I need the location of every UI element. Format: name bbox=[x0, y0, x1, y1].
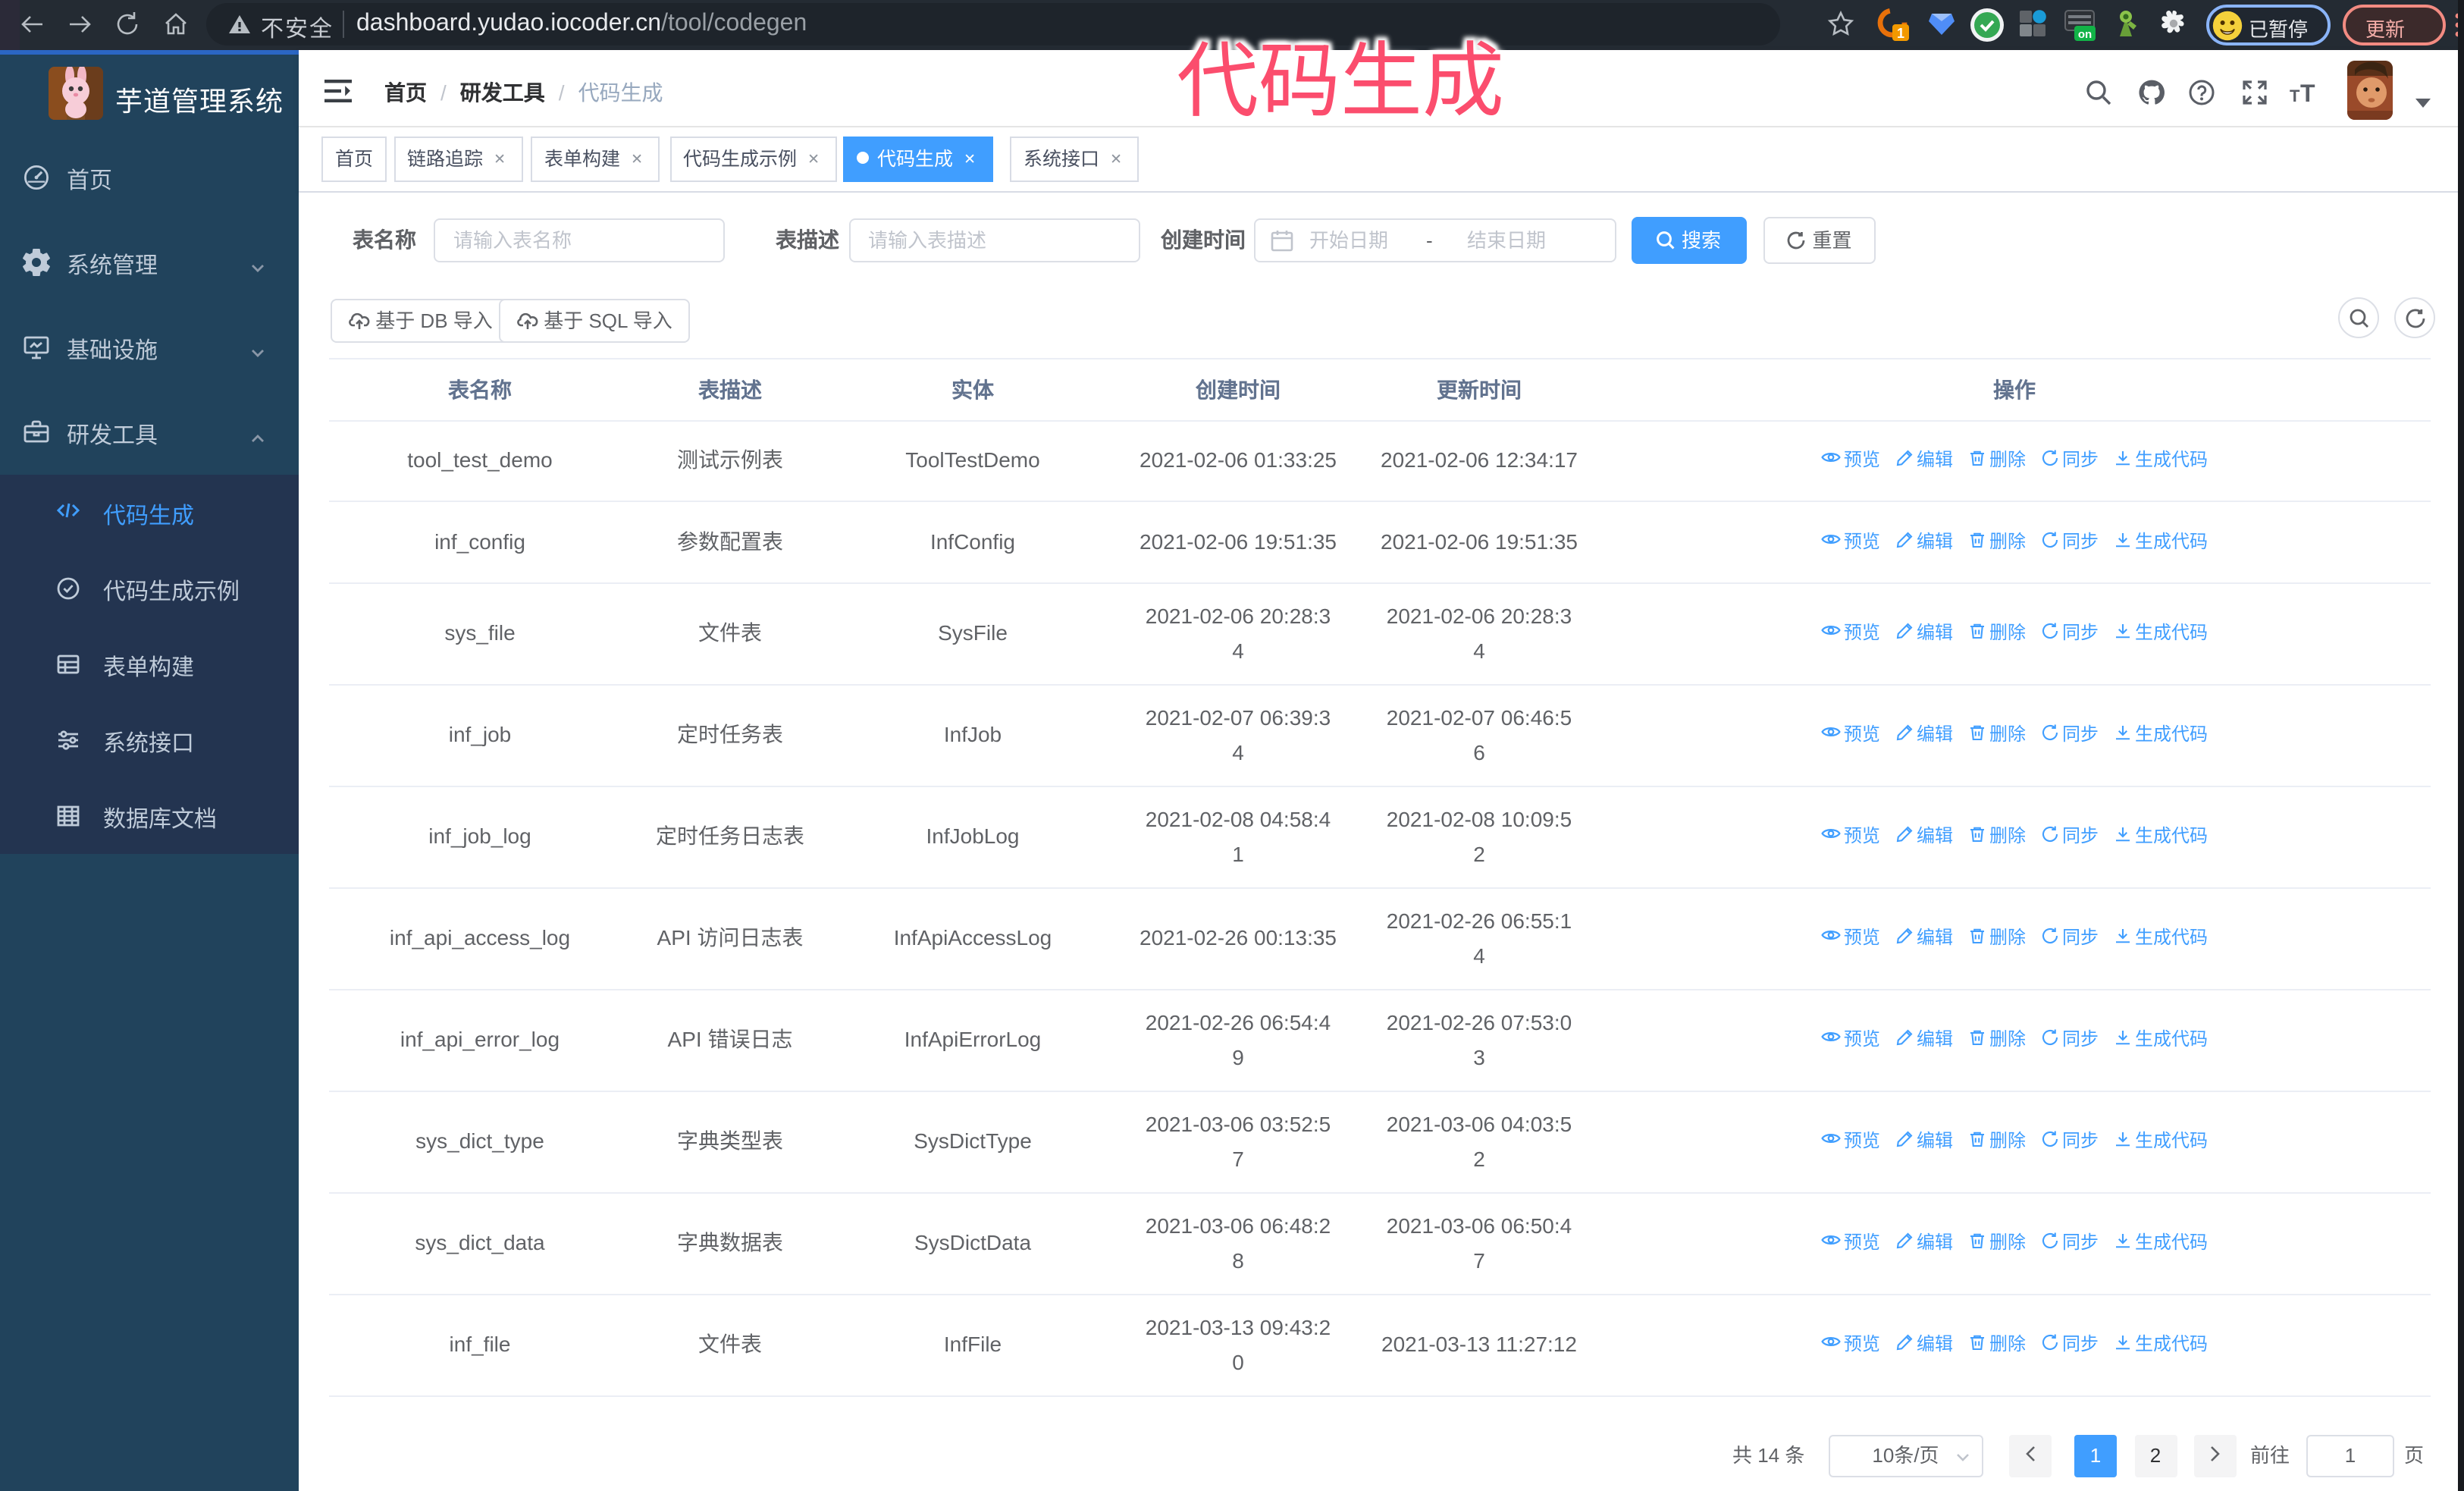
svg-text:1: 1 bbox=[1897, 26, 1904, 41]
svg-text:T: T bbox=[2289, 86, 2299, 105]
svg-text:on: on bbox=[2078, 28, 2092, 41]
svg-text:T: T bbox=[2299, 80, 2315, 106]
